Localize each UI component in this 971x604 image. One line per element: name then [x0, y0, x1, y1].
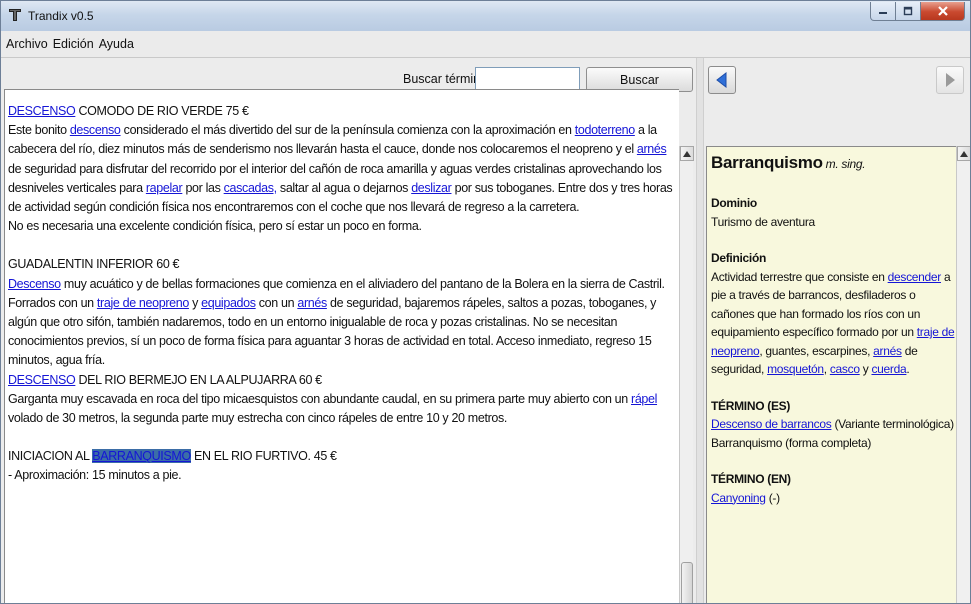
minimize-icon: [879, 12, 887, 14]
paragraph: Este bonito descenso considerado el más …: [8, 121, 676, 217]
close-icon: [937, 6, 948, 16]
maximize-icon: [903, 6, 913, 16]
paragraph: Descenso muy acuático y de bellas formac…: [8, 275, 676, 371]
term-es-entry: Barranquismo (forma completa): [711, 435, 872, 450]
text-run: y: [859, 362, 872, 376]
text-run: .: [906, 362, 910, 376]
trandix-logo-icon: [9, 9, 21, 21]
text-run: , guantes, escarpines,: [759, 343, 874, 358]
document-text-area[interactable]: DESCENSO COMODO DE RIO VERDE 75 € Este b…: [4, 89, 679, 603]
term-link[interactable]: Descenso: [8, 277, 61, 291]
term-link[interactable]: DESCENSO: [8, 104, 76, 118]
menu-ayuda[interactable]: Ayuda: [99, 37, 134, 51]
term-title: Barranquismo: [711, 153, 823, 172]
term-link[interactable]: deslizar: [411, 181, 452, 195]
arrow-left-icon: [716, 72, 727, 88]
definition-panel: Barranquismo m. sing. Dominio Turismo de …: [706, 146, 956, 603]
term-en-entry: Canyoning (-): [711, 489, 955, 508]
menu-archivo[interactable]: Archivo: [6, 37, 48, 51]
window-title: Trandix v0.5: [28, 9, 94, 23]
term-link[interactable]: traje de neopreno: [97, 296, 189, 310]
term-link[interactable]: descenso: [70, 123, 121, 137]
definition-scrollbar[interactable]: [956, 146, 970, 603]
paragraph: INICIACION AL BARRANQUISMO EN EL RIO FUR…: [8, 447, 676, 466]
text-run: Este bonito: [8, 123, 70, 138]
text-run: y: [188, 295, 202, 310]
term-link[interactable]: equipados: [201, 296, 256, 310]
paragraph: GUADALENTIN INFERIOR 60 €: [8, 257, 180, 272]
document-scrollbar[interactable]: [679, 146, 694, 603]
term-link[interactable]: descender: [888, 270, 942, 284]
menu-bar: Archivo Edición Ayuda: [1, 31, 970, 58]
term-link[interactable]: casco: [830, 362, 860, 376]
document-text: DESCENSO COMODO DE RIO VERDE 75 € Este b…: [8, 102, 676, 486]
term-link[interactable]: Descenso de barrancos: [711, 417, 832, 431]
term-link[interactable]: rapelar: [146, 181, 183, 195]
definition-text: Actividad terrestre que consiste en desc…: [711, 268, 955, 379]
term-link[interactable]: arnés: [873, 344, 902, 358]
scroll-up-button[interactable]: [957, 146, 970, 161]
minimize-button[interactable]: [870, 2, 896, 21]
text-run: por las: [182, 180, 224, 195]
term-heading: Barranquismo m. sing.: [711, 151, 955, 176]
forward-button[interactable]: [936, 66, 964, 94]
text-run: EN EL RIO FURTIVO. 45 €: [190, 449, 337, 464]
paragraph: - Aproximación: 15 minutos a pie.: [8, 468, 182, 483]
app-window: Trandix v0.5 Archivo Edición Ayuda Busca…: [0, 0, 971, 604]
maximize-button[interactable]: [896, 2, 921, 21]
text-run: (-): [765, 490, 780, 505]
triangle-up-icon: [960, 150, 968, 157]
text-run: DEL RIO BERMEJO EN LA ALPUJARRA 60 €: [75, 372, 322, 387]
term-link[interactable]: mosquetón: [767, 362, 824, 376]
domain-heading: Dominio: [711, 196, 757, 210]
paragraph: DESCENSO COMODO DE RIO VERDE 75 €: [8, 102, 676, 121]
text-run: saltar al agua o dejarnos: [276, 180, 412, 195]
text-run: COMODO DE RIO VERDE 75 €: [75, 104, 249, 118]
selected-term-link[interactable]: BARRANQUISMO: [92, 449, 191, 464]
text-run: Garganta muy escavada en roca del tipo m…: [8, 391, 631, 406]
paragraph: No es necesaria una excelente condición …: [8, 219, 422, 234]
term-link[interactable]: rápel: [631, 392, 657, 406]
term-link[interactable]: arnés: [297, 296, 327, 310]
scroll-up-button[interactable]: [680, 146, 694, 161]
term-es-entry: Descenso de barrancos (Variante terminol…: [711, 415, 955, 434]
domain-value: Turismo de aventura: [711, 214, 815, 229]
scroll-thumb[interactable]: [681, 562, 693, 603]
term-link[interactable]: DESCENSO: [8, 373, 76, 387]
term-link[interactable]: cuerda: [871, 362, 906, 376]
triangle-up-icon: [683, 150, 691, 157]
back-button[interactable]: [708, 66, 736, 94]
definition-content: Barranquismo m. sing. Dominio Turismo de …: [711, 151, 955, 507]
definition-heading: Definición: [711, 251, 767, 265]
term-en-heading: TÉRMINO (EN): [711, 472, 791, 486]
term-link[interactable]: todoterreno: [575, 123, 635, 137]
text-run: INICIACION AL: [8, 449, 93, 464]
text-run: Actividad terrestre que consiste en: [711, 269, 888, 284]
close-button[interactable]: [921, 2, 965, 21]
term-link[interactable]: cascadas,: [224, 181, 277, 195]
window-controls: [870, 2, 965, 22]
term-link[interactable]: arnés: [637, 142, 667, 156]
paragraph: DESCENSO DEL RIO BERMEJO EN LA ALPUJARRA…: [8, 371, 676, 390]
text-run: considerado el más divertido del sur de …: [120, 123, 575, 138]
text-run: volado de 30 metros, la segunda parte mu…: [8, 411, 508, 426]
term-link[interactable]: Canyoning: [711, 491, 766, 505]
text-run: (Variante terminológica): [831, 417, 954, 431]
arrow-right-icon: [946, 73, 955, 87]
title-bar[interactable]: Trandix v0.5: [1, 1, 970, 31]
paragraph: Garganta muy escavada en roca del tipo m…: [8, 390, 676, 428]
menu-edicion[interactable]: Edición: [53, 37, 94, 51]
grammar-label: m. sing.: [825, 157, 866, 171]
pane-splitter[interactable]: [696, 58, 704, 603]
text-run: con un: [255, 295, 298, 310]
term-es-heading: TÉRMINO (ES): [711, 398, 791, 413]
definition-pane: Barranquismo m. sing. Dominio Turismo de …: [704, 58, 970, 603]
